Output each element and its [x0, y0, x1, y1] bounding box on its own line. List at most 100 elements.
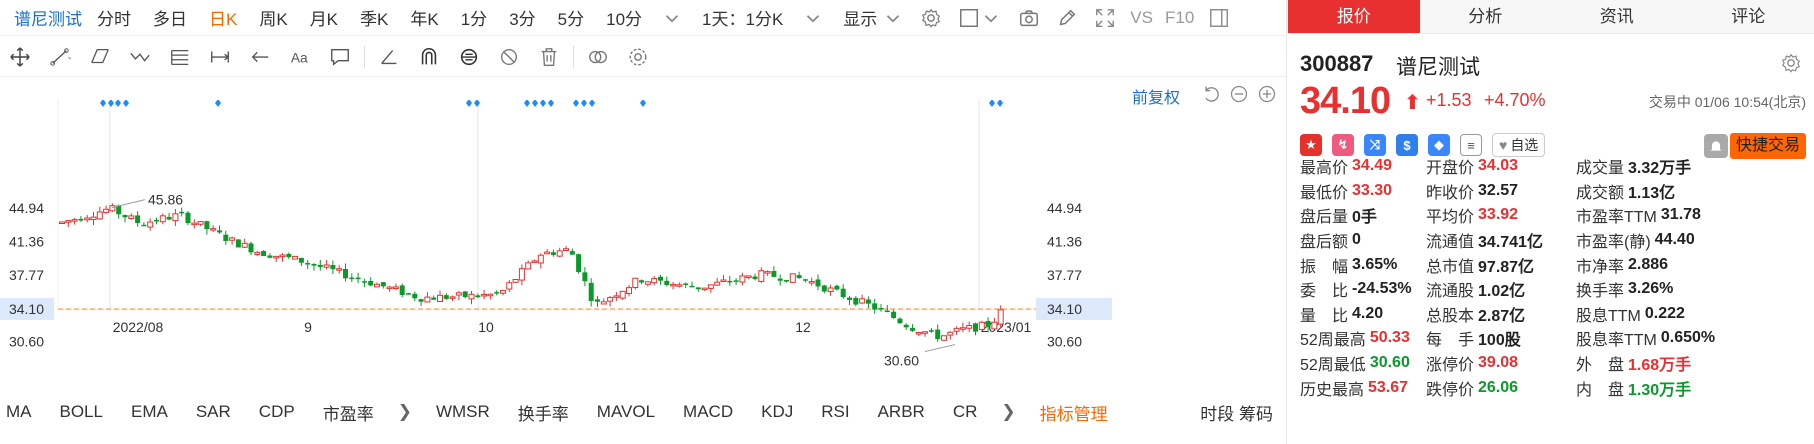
hide-drawings-tool[interactable] [489, 37, 529, 77]
low-annotation: 30.60 [884, 353, 919, 369]
period-1min[interactable]: 1分 [461, 5, 487, 30]
period-3min[interactable]: 3分 [509, 5, 535, 30]
magnet-tool[interactable] [409, 37, 449, 77]
tab-analysis[interactable]: 分析 [1419, 0, 1551, 33]
layout-toggle[interactable] [958, 7, 980, 29]
candle-body-down [853, 297, 859, 305]
fib-tool[interactable] [160, 37, 200, 77]
period-multiday[interactable]: 多日 [153, 5, 187, 30]
period-daily-k[interactable]: 日K [209, 5, 237, 30]
event-marker-icon[interactable] [573, 100, 579, 107]
pattern-tool[interactable] [120, 37, 160, 77]
indicator-rsi[interactable]: RSI [821, 402, 849, 422]
f10-button[interactable]: F10 [1165, 8, 1194, 28]
event-marker-icon[interactable] [524, 100, 530, 107]
layout-dropdown[interactable] [980, 7, 1002, 29]
tab-comments[interactable]: 评论 [1682, 0, 1814, 33]
tab-news[interactable]: 资讯 [1551, 0, 1683, 33]
drawing-settings-tool[interactable] [618, 37, 658, 77]
stat-value: 53.67 [1368, 378, 1409, 396]
event-marker-icon[interactable] [108, 100, 114, 107]
indicator-arbr[interactable]: ARBR [878, 402, 925, 422]
period-yearly-k[interactable]: 年K [410, 5, 438, 30]
indicator-pe[interactable]: 市盈率 [323, 400, 374, 425]
dollar-icon[interactable]: $ [1396, 134, 1418, 156]
indicator-cr[interactable]: CR [953, 402, 978, 422]
candle-body-up [197, 221, 204, 225]
interval-dropdown[interactable] [802, 7, 824, 29]
shuffle-icon[interactable]: ⤨ [1364, 134, 1386, 156]
stat-label: 总股本 [1426, 307, 1475, 325]
indicator-ma[interactable]: MA [6, 402, 32, 422]
event-marker-icon[interactable] [581, 100, 587, 107]
event-marker-icon[interactable] [474, 100, 480, 107]
indicator-scroll-right-icon[interactable]: ❯ [1001, 402, 1015, 422]
indicator-kdj[interactable]: KDJ [761, 402, 793, 422]
interval-select[interactable]: 1天：1分K [702, 5, 783, 30]
display-dropdown[interactable] [882, 7, 904, 29]
fullscreen-button[interactable] [1094, 7, 1116, 29]
candle-body-up [500, 290, 506, 294]
indicator-wmsr[interactable]: WMSR [436, 402, 490, 422]
period-more-dropdown[interactable] [661, 7, 683, 29]
period-weekly-k[interactable]: 周K [259, 5, 287, 30]
indicator-boll[interactable]: BOLL [60, 402, 103, 422]
event-marker-icon[interactable] [548, 100, 554, 107]
stat-cell: 振 幅 3.65% [1288, 253, 1438, 277]
candlestick-chart[interactable]: 44.94 44.94 41.36 41.36 37.77 37.77 30.60 30.60… [0, 100, 1287, 390]
event-marker-icon[interactable] [123, 100, 129, 107]
period-quarterly-k[interactable]: 季K [360, 5, 388, 30]
indicator-mavol[interactable]: MAVOL [597, 402, 655, 422]
period-10min[interactable]: 10分 [606, 5, 642, 30]
event-marker-icon[interactable] [540, 100, 546, 107]
indicator-turnover[interactable]: 换手率 [518, 400, 569, 425]
screenshot-button[interactable] [1018, 7, 1040, 29]
move-tool[interactable] [0, 37, 40, 77]
event-marker-icon[interactable] [215, 100, 221, 107]
display-menu[interactable]: 显示 [843, 5, 877, 30]
indicator-ema[interactable]: EMA [131, 402, 168, 422]
vs-compare-button[interactable]: VS [1130, 8, 1153, 28]
event-marker-icon[interactable] [115, 100, 121, 107]
range-icon [211, 51, 230, 62]
session-chips-toggle[interactable]: 时段 筹码 [1200, 400, 1273, 425]
quote-settings-button[interactable] [1780, 52, 1802, 79]
lock-tool[interactable] [449, 37, 489, 77]
comment-tool[interactable] [320, 37, 360, 77]
indicator-scroll-right-icon[interactable]: ❯ [398, 402, 412, 422]
stat-label: 市盈率TTM [1576, 209, 1657, 227]
settings-button[interactable] [920, 7, 942, 29]
channel-tool[interactable] [80, 37, 120, 77]
stat-cell: 成交量 3.32万手 [1576, 154, 1814, 178]
trend-icon[interactable]: ↯ [1332, 134, 1354, 156]
period-intraday[interactable]: 分时 [97, 5, 131, 30]
draw-button[interactable] [1056, 7, 1078, 29]
event-marker-icon[interactable] [100, 100, 106, 107]
overlay-tool[interactable] [578, 37, 618, 77]
arrow-tool[interactable] [240, 37, 280, 77]
event-marker-icon[interactable] [466, 100, 472, 107]
note-icon[interactable]: ≡ [1460, 134, 1482, 156]
angle-tool[interactable] [369, 37, 409, 77]
event-marker-icon[interactable] [997, 100, 1003, 107]
delete-drawings-tool[interactable] [529, 37, 569, 77]
event-marker-icon[interactable] [532, 100, 538, 107]
tag-icon[interactable]: ◆ [1428, 134, 1450, 156]
event-marker-icon[interactable] [589, 100, 595, 107]
indicator-manage-button[interactable]: 指标管理 [1040, 400, 1108, 425]
stat-cell: 52周最高 50.33 [1288, 326, 1438, 350]
event-marker-icon[interactable] [640, 100, 646, 107]
event-marker-icon[interactable] [989, 100, 995, 107]
indicator-sar[interactable]: SAR [196, 402, 231, 422]
stock-name-link[interactable]: 谱尼测试 [14, 5, 82, 30]
trash-icon [541, 47, 557, 66]
indicator-cdp[interactable]: CDP [259, 402, 295, 422]
period-monthly-k[interactable]: 月K [310, 5, 338, 30]
range-tool[interactable] [200, 37, 240, 77]
tab-quote[interactable]: 报价 [1288, 0, 1420, 33]
indicator-macd[interactable]: MACD [683, 402, 733, 422]
line-tool[interactable] [40, 37, 80, 77]
sidebar-toggle[interactable] [1208, 7, 1230, 29]
period-5min[interactable]: 5分 [558, 5, 584, 30]
text-tool[interactable]: Aa [280, 37, 320, 77]
